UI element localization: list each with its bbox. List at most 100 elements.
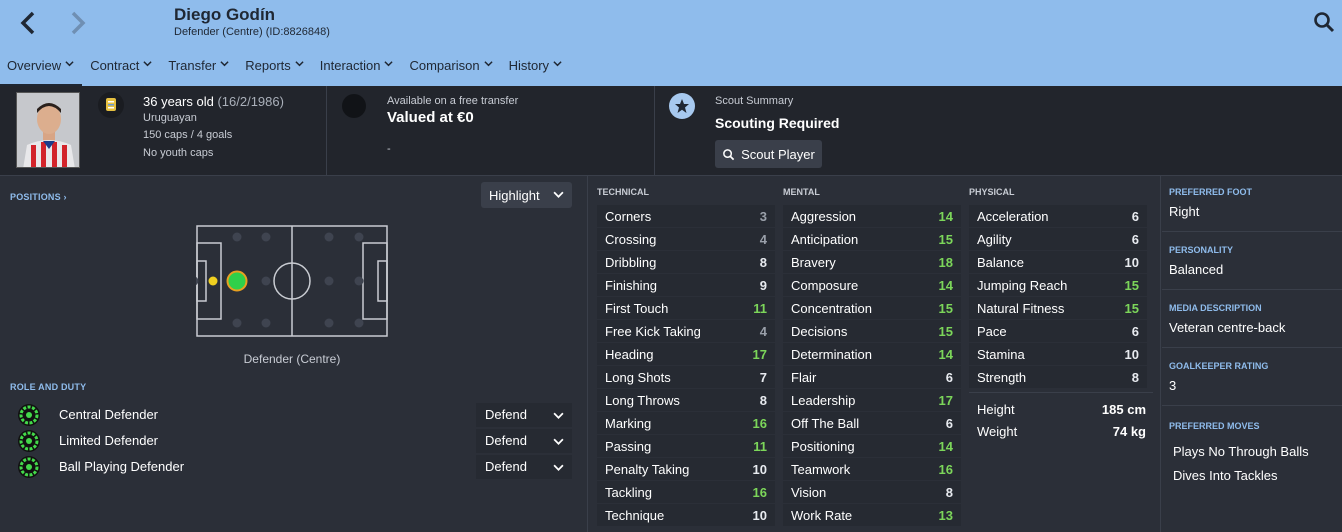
attribute-row[interactable]: Bravery 18 — [783, 251, 961, 274]
role-row[interactable]: Limited Defender Defend — [18, 429, 578, 453]
attribute-row[interactable]: Off The Ball 6 — [783, 412, 961, 435]
attribute-value: 6 — [1131, 232, 1139, 247]
menu-contract[interactable]: Contract — [82, 57, 160, 86]
attribute-row[interactable]: Natural Fitness 15 — [969, 297, 1147, 320]
chevron-down-icon — [553, 464, 564, 471]
attribute-row[interactable]: Balance 10 — [969, 251, 1147, 274]
attribute-row[interactable]: Tackling 16 — [597, 481, 775, 504]
divider — [326, 86, 327, 176]
attribute-row[interactable]: Strength 8 — [969, 366, 1147, 389]
attribute-row[interactable]: Determination 14 — [783, 343, 961, 366]
attribute-row[interactable]: Acceleration 6 — [969, 205, 1147, 228]
attribute-name: Leadership — [791, 393, 856, 408]
attribute-row[interactable]: Anticipation 15 — [783, 228, 961, 251]
back-arrow-icon[interactable] — [14, 8, 44, 38]
height-value: 185 cm — [1101, 402, 1146, 417]
attribute-row[interactable]: Vision 8 — [783, 481, 961, 504]
transfer-status-icon — [342, 94, 366, 118]
duty-dropdown[interactable]: Defend — [476, 455, 572, 479]
player-age: 36 years old (16/2/1986) — [143, 94, 284, 109]
preferred-foot-value: Right — [1169, 204, 1200, 219]
attribute-value: 8 — [759, 393, 767, 408]
attribute-row[interactable]: Corners 3 — [597, 205, 775, 228]
attribute-name: Dribbling — [605, 255, 657, 270]
attribute-row[interactable]: Composure 14 — [783, 274, 961, 297]
positions-link[interactable]: POSITIONS › — [10, 192, 67, 202]
attribute-row[interactable]: Teamwork 16 — [783, 458, 961, 481]
attribute-name: Positioning — [791, 439, 855, 454]
attribute-value: 9 — [759, 278, 767, 293]
player-photo[interactable] — [16, 92, 80, 168]
mental-attributes: Aggression 14 Anticipation 15 Bravery 18 Compo… — [783, 205, 961, 527]
media-description-value: Veteran centre-back — [1169, 320, 1286, 335]
scout-player-button[interactable]: Scout Player — [715, 140, 822, 168]
divider — [587, 176, 588, 532]
menu-history[interactable]: History — [501, 57, 570, 86]
attribute-row[interactable]: Heading 17 — [597, 343, 775, 366]
attribute-row[interactable]: Work Rate 13 — [783, 504, 961, 527]
role-rating-icon — [18, 404, 40, 426]
attribute-row[interactable]: Technique 10 — [597, 504, 775, 527]
duty-dropdown[interactable]: Defend — [476, 403, 572, 427]
attribute-row[interactable]: Jumping Reach 15 — [969, 274, 1147, 297]
menu-reports[interactable]: Reports — [237, 57, 312, 86]
chevron-down-icon — [65, 61, 74, 67]
attribute-row[interactable]: Stamina 10 — [969, 343, 1147, 366]
attribute-value: 13 — [938, 508, 953, 523]
attribute-row[interactable]: Concentration 15 — [783, 297, 961, 320]
main-menu: Overview Contract Transfer Reports Inter… — [0, 57, 570, 86]
attribute-name: Decisions — [791, 324, 848, 339]
transfer-status: Available on a free transfer — [387, 95, 519, 107]
attribute-row[interactable]: Aggression 14 — [783, 205, 961, 228]
divider — [1162, 347, 1342, 348]
attribute-row[interactable]: Long Throws 8 — [597, 389, 775, 412]
attribute-value: 10 — [1124, 347, 1139, 362]
attribute-row[interactable]: Agility 6 — [969, 228, 1147, 251]
attribute-row[interactable]: Free Kick Taking 4 — [597, 320, 775, 343]
attribute-value: 6 — [945, 416, 953, 431]
header-bar: Diego Godín Defender (Centre) (ID:882684… — [0, 0, 1342, 86]
attribute-value: 4 — [759, 232, 767, 247]
divider — [1162, 405, 1342, 406]
attribute-row[interactable]: Penalty Taking 10 — [597, 458, 775, 481]
duty-dropdown[interactable]: Defend — [476, 429, 572, 453]
attribute-value: 6 — [1131, 324, 1139, 339]
attribute-value: 7 — [759, 370, 767, 385]
goalkeeper-marker — [208, 276, 218, 286]
attribute-row[interactable]: Marking 16 — [597, 412, 775, 435]
forward-arrow-icon[interactable] — [62, 8, 92, 38]
attribute-row[interactable]: Crossing 4 — [597, 228, 775, 251]
attribute-row[interactable]: Flair 6 — [783, 366, 961, 389]
attribute-row[interactable]: First Touch 11 — [597, 297, 775, 320]
divider — [1160, 176, 1161, 532]
chevron-down-icon — [553, 61, 562, 67]
personality-value: Balanced — [1169, 262, 1224, 277]
menu-overview[interactable]: Overview — [0, 57, 83, 86]
nationality-flag-icon[interactable] — [98, 92, 124, 118]
attribute-name: Concentration — [791, 301, 872, 316]
attribute-row[interactable]: Long Shots 7 — [597, 366, 775, 389]
menu-comparison[interactable]: Comparison — [401, 57, 500, 86]
attribute-row[interactable]: Decisions 15 — [783, 320, 961, 343]
search-icon[interactable] — [1312, 10, 1336, 34]
attribute-name: Flair — [791, 370, 817, 385]
attribute-row[interactable]: Positioning 14 — [783, 435, 961, 458]
divider — [1162, 289, 1342, 290]
menu-transfer[interactable]: Transfer — [160, 57, 237, 86]
highlight-dropdown[interactable]: Highlight — [481, 182, 572, 208]
physical-title: PHYSICAL — [969, 187, 1015, 197]
attribute-row[interactable]: Leadership 17 — [783, 389, 961, 412]
personality-label: PERSONALITY — [1169, 245, 1234, 255]
attribute-row[interactable]: Dribbling 8 — [597, 251, 775, 274]
height-label: Height — [977, 402, 1015, 417]
attribute-row[interactable]: Pace 6 — [969, 320, 1147, 343]
attribute-name: Acceleration — [977, 209, 1049, 224]
attribute-row[interactable]: Finishing 9 — [597, 274, 775, 297]
preferred-moves-label: PREFERRED MOVES — [1169, 421, 1260, 431]
menu-interaction[interactable]: Interaction — [312, 57, 402, 86]
scout-summary-label: Scout Summary — [715, 95, 794, 107]
youth-caps-text: No youth caps — [143, 147, 214, 159]
role-row[interactable]: Central Defender Defend — [18, 403, 578, 427]
role-row[interactable]: Ball Playing Defender Defend — [18, 455, 578, 479]
attribute-row[interactable]: Passing 11 — [597, 435, 775, 458]
